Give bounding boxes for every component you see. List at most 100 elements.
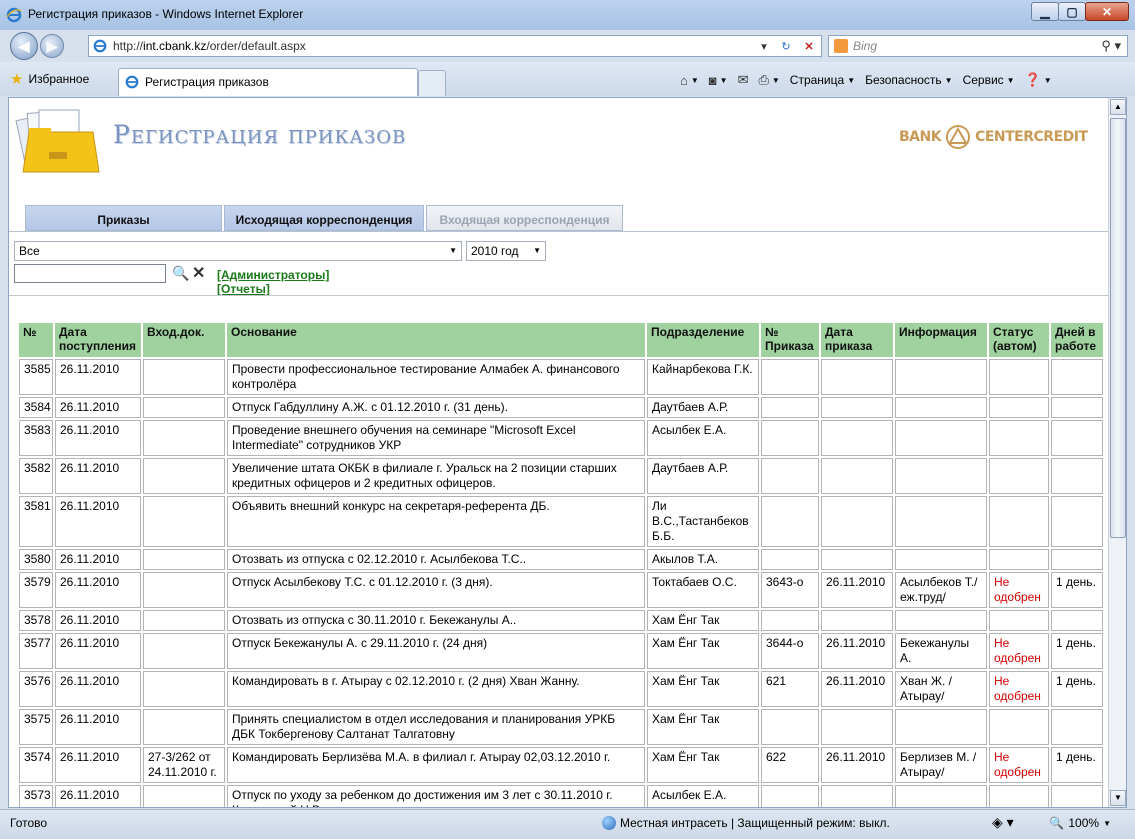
cell-info xyxy=(895,397,987,418)
table-row[interactable]: 3585 26.11.2010 Провести профессиональное … xyxy=(19,359,1103,395)
header-basis[interactable]: Основание xyxy=(227,323,645,357)
cell-status xyxy=(989,610,1049,631)
minimize-button[interactable]: ▁ xyxy=(1031,2,1059,21)
close-button[interactable]: ✕ xyxy=(1085,2,1129,21)
web-page: Регистрация приказов BANK CENTERCREDIT П… xyxy=(9,98,1109,807)
print-button[interactable]: ⎙ ▼ xyxy=(758,72,779,88)
stop-icon[interactable]: ✕ xyxy=(798,36,820,56)
tools-menu[interactable]: Сервис ▼ xyxy=(963,73,1015,87)
table-row[interactable]: 3583 26.11.2010 Проведение внешнего обучен… xyxy=(19,420,1103,456)
cell-department: Ли В.С.,Тастанбеков Б.Б. xyxy=(647,496,759,547)
forward-button[interactable]: ▶ xyxy=(40,34,64,58)
new-tab-button[interactable] xyxy=(418,70,446,96)
scroll-thumb[interactable] xyxy=(1110,118,1126,538)
header-number[interactable]: № xyxy=(19,323,53,357)
cell-status: Не одобрен xyxy=(989,747,1049,783)
cell-number: 3583 xyxy=(19,420,53,456)
cell-number: 3581 xyxy=(19,496,53,547)
cell-order-number xyxy=(761,359,819,395)
search-icon[interactable]: 🔍 xyxy=(172,265,189,282)
protected-mode-icon[interactable]: ◈ ▾ xyxy=(992,814,1014,831)
address-dropdown-icon[interactable]: ▾ xyxy=(753,36,775,56)
favorites-button[interactable]: ★ Избранное xyxy=(10,70,89,88)
cell-days xyxy=(1051,359,1103,395)
search-input[interactable] xyxy=(14,264,166,283)
table-row[interactable]: 3575 26.11.2010 Принять специалистом в отд… xyxy=(19,709,1103,745)
tab-orders[interactable]: Приказы xyxy=(25,205,222,231)
cell-status xyxy=(989,458,1049,494)
vertical-scrollbar[interactable]: ▲ ▼ xyxy=(1108,98,1126,807)
cell-days xyxy=(1051,397,1103,418)
search-icon[interactable]: ⚲ ▾ xyxy=(1101,38,1121,54)
browser-tab[interactable]: Регистрация приказов xyxy=(118,68,418,96)
close-icon: ✕ xyxy=(1101,4,1113,19)
table-row[interactable]: 3577 26.11.2010 Отпуск Бекежанулы А. с 29.… xyxy=(19,633,1103,669)
mail-button[interactable]: ✉ xyxy=(738,72,749,88)
back-button[interactable]: ◀ xyxy=(10,32,38,60)
department-select[interactable]: Все ▼ xyxy=(14,241,462,261)
cell-days xyxy=(1051,549,1103,570)
globe-icon xyxy=(602,816,616,830)
cell-status: Не одобрен xyxy=(989,633,1049,669)
safety-menu[interactable]: Безопасность ▼ xyxy=(865,73,952,87)
scroll-up-icon[interactable]: ▲ xyxy=(1110,99,1126,115)
header-order-number[interactable]: № Приказа xyxy=(761,323,819,357)
cell-incoming-doc xyxy=(143,359,225,395)
table-row[interactable]: 3580 26.11.2010 Отозвать из отпуска с 02.1… xyxy=(19,549,1103,570)
cell-number: 3579 xyxy=(19,572,53,608)
cell-received-date: 26.11.2010 xyxy=(55,747,141,783)
clear-icon[interactable]: ✕ xyxy=(192,263,205,283)
cell-received-date: 26.11.2010 xyxy=(55,785,141,807)
header-incoming-doc[interactable]: Вход.док. xyxy=(143,323,225,357)
bank-emblem-icon xyxy=(946,125,971,149)
cell-incoming-doc xyxy=(143,709,225,745)
cell-department: Хам Ёнг Так xyxy=(647,709,759,745)
header-info[interactable]: Информация xyxy=(895,323,987,357)
security-zone[interactable]: Местная интрасеть | Защищенный режим: вы… xyxy=(602,816,890,830)
header-department[interactable]: Подразделение xyxy=(647,323,759,357)
page-icon xyxy=(93,39,107,53)
cell-order-number xyxy=(761,709,819,745)
reports-link[interactable]: [Отчеты] xyxy=(217,282,270,296)
table-row[interactable]: 3579 26.11.2010 Отпуск Асылбекову Т.С. с 0… xyxy=(19,572,1103,608)
table-row[interactable]: 3574 26.11.2010 27-3/262 от 24.11.2010 г. К… xyxy=(19,747,1103,783)
admins-link[interactable]: [Администраторы] xyxy=(217,268,329,282)
cell-department: Токтабаев О.С. xyxy=(647,572,759,608)
zoom-control[interactable]: 🔍 100% ▼ xyxy=(1049,816,1111,830)
header-received-date[interactable]: Дата поступления xyxy=(55,323,141,357)
scroll-down-icon[interactable]: ▼ xyxy=(1110,790,1126,806)
year-select[interactable]: 2010 год ▼ xyxy=(466,241,546,261)
cell-days: 1 день. xyxy=(1051,671,1103,707)
header-status[interactable]: Статус (автом) xyxy=(989,323,1049,357)
table-header-row: № Дата поступления Вход.док. Основание П… xyxy=(19,323,1103,357)
cell-days xyxy=(1051,420,1103,456)
table-row[interactable]: 3578 26.11.2010 Отозвать из отпуска с 30.1… xyxy=(19,610,1103,631)
refresh-icon[interactable]: ↻ xyxy=(775,36,797,56)
maximize-button[interactable]: ▢ xyxy=(1058,2,1086,21)
help-icon: ❓ xyxy=(1024,72,1041,87)
cell-received-date: 26.11.2010 xyxy=(55,572,141,608)
cell-order-date xyxy=(821,610,893,631)
home-button[interactable]: ⌂ ▼ xyxy=(680,73,699,88)
search-box[interactable]: Bing ⚲ ▾ xyxy=(828,35,1128,57)
feeds-button[interactable]: ◙ ▼ xyxy=(709,73,728,88)
table-row[interactable]: 3582 26.11.2010 Увеличение штата ОКБК в фи… xyxy=(19,458,1103,494)
tab-outgoing[interactable]: Исходящая корреспонденция xyxy=(224,205,424,231)
cell-days xyxy=(1051,458,1103,494)
cell-incoming-doc xyxy=(143,785,225,807)
cell-order-date xyxy=(821,709,893,745)
table-row[interactable]: 3576 26.11.2010 Командировать в г. Атырау … xyxy=(19,671,1103,707)
cell-department: Хам Ёнг Так xyxy=(647,671,759,707)
header-order-date[interactable]: Дата приказа xyxy=(821,323,893,357)
page-menu[interactable]: Страница ▼ xyxy=(790,73,855,87)
table-row[interactable]: 3581 26.11.2010 Объявить внешний конкурс н… xyxy=(19,496,1103,547)
table-row[interactable]: 3573 26.11.2010 Отпуск по уходу за ребенко… xyxy=(19,785,1103,807)
cell-incoming-doc xyxy=(143,572,225,608)
header-days[interactable]: Дней в работе xyxy=(1051,323,1103,357)
cell-status xyxy=(989,397,1049,418)
tab-incoming[interactable]: Входящая корреспонденция xyxy=(426,205,623,231)
separator-line xyxy=(9,295,1109,296)
address-bar[interactable]: http://int.cbank.kz/order/default.aspx ▾… xyxy=(88,35,822,57)
help-button[interactable]: ❓ ▼ xyxy=(1025,72,1052,88)
table-row[interactable]: 3584 26.11.2010 Отпуск Габдуллину А.Ж. с 0… xyxy=(19,397,1103,418)
